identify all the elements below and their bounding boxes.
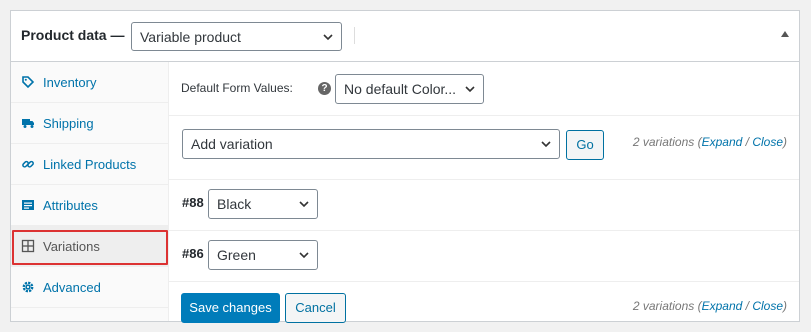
variation-actions-row: Add variation Go 2 variations (Expand / …: [169, 116, 799, 180]
variation-number: #88: [182, 195, 204, 210]
variations-count-text: 2 variations: [632, 135, 695, 149]
header-divider: [354, 27, 355, 44]
tag-icon: [22, 76, 35, 89]
default-color-select[interactable]: No default Color...: [335, 74, 484, 104]
tab-variations[interactable]: Variations: [11, 226, 168, 267]
tab-shipping[interactable]: Shipping: [11, 103, 168, 144]
chevron-down-icon: [299, 252, 309, 259]
variations-count: 2 variations (Expand / Close): [632, 299, 787, 313]
tab-advanced[interactable]: Advanced: [11, 267, 168, 308]
default-form-values-row: Default Form Values: ? No default Color.…: [169, 62, 799, 116]
link-icon: [22, 160, 34, 168]
tab-label: Advanced: [43, 279, 101, 295]
chevron-down-icon: [323, 34, 333, 41]
help-icon[interactable]: ?: [318, 82, 331, 95]
tab-attributes[interactable]: Attributes: [11, 185, 168, 226]
default-form-values-label: Default Form Values:: [181, 81, 293, 95]
list-icon: [22, 200, 34, 210]
variation-number: #86: [182, 246, 204, 261]
tab-inventory[interactable]: Inventory: [11, 62, 168, 103]
tab-label: Variations: [43, 238, 100, 254]
cancel-button[interactable]: Cancel: [285, 293, 346, 323]
expand-link[interactable]: Expand: [702, 299, 743, 313]
chevron-down-icon: [465, 86, 475, 93]
chevron-down-icon: [541, 141, 551, 148]
save-changes-button[interactable]: Save changes: [181, 293, 280, 323]
panel-header: Product data — Variable product: [11, 11, 799, 62]
variation-row: #86 Green: [169, 231, 799, 282]
variation-color-select[interactable]: Black: [208, 189, 318, 219]
variation-row: #88 Black: [169, 180, 799, 231]
tab-label: Inventory: [43, 74, 97, 90]
chevron-down-icon: [299, 201, 309, 208]
product-type-value: Variable product: [140, 29, 241, 45]
product-data-panel: Product data — Variable product Inventor…: [10, 10, 800, 323]
gear-icon: [22, 281, 34, 293]
tab-label: Attributes: [43, 197, 98, 213]
variations-panel: Default Form Values: ? No default Color.…: [169, 62, 799, 323]
panel-title: Product data —: [21, 27, 125, 43]
variation-color-select[interactable]: Green: [208, 240, 318, 270]
grid-icon: [21, 239, 35, 253]
tab-linked-products[interactable]: Linked Products: [11, 144, 168, 185]
separator: /: [742, 135, 753, 149]
variation-action-value: Add variation: [191, 136, 273, 152]
product-type-select[interactable]: Variable product: [131, 22, 342, 51]
go-button[interactable]: Go: [566, 130, 604, 160]
variation-action-select[interactable]: Add variation: [182, 129, 560, 159]
close-link[interactable]: Close: [752, 299, 783, 313]
expand-link[interactable]: Expand: [702, 135, 743, 149]
tab-label: Shipping: [43, 115, 94, 131]
variations-footer: Save changes Cancel 2 variations (Expand…: [169, 282, 799, 323]
variation-color-value: Black: [217, 196, 252, 212]
tab-label: Linked Products: [43, 156, 137, 172]
variation-color-value: Green: [217, 247, 256, 263]
truck-icon: [22, 119, 34, 128]
default-color-value: No default Color...: [344, 81, 457, 97]
variations-count: 2 variations (Expand / Close): [632, 135, 787, 149]
collapse-toggle-icon[interactable]: [781, 31, 789, 37]
variations-count-text: 2 variations: [632, 299, 695, 313]
separator: /: [742, 299, 753, 313]
product-data-tabs: Inventory Shipping Linked Products Attri…: [11, 62, 169, 321]
close-link[interactable]: Close: [752, 135, 783, 149]
